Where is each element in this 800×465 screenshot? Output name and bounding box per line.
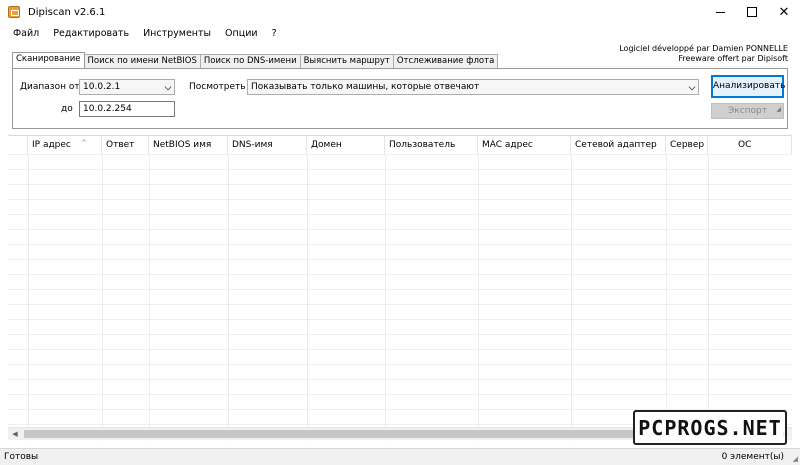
range-from-combo[interactable]: 10.0.2.1 [79, 79, 175, 95]
credits: Logiciel développé par Damien PONNELLE F… [619, 44, 788, 64]
column-divider [666, 154, 667, 441]
menu-tools[interactable]: Инструменты [136, 28, 218, 39]
dropdown-grip-icon: ◢ [776, 106, 781, 113]
view-label: Посмотреть [189, 82, 246, 92]
sort-asc-icon: ^ [81, 139, 87, 147]
range-to-value: 10.0.2.254 [83, 104, 132, 114]
range-from-value: 10.0.2.1 [83, 82, 121, 92]
view-filter-value: Показывать только машины, которые отвеча… [251, 82, 480, 92]
tab-fleet-tracking[interactable]: Отслеживание флота [392, 54, 499, 68]
column-divider [228, 154, 229, 441]
app-icon [8, 6, 20, 18]
status-bar: Готовы 0 элемент(ы) ◢ [0, 448, 800, 465]
maximize-icon[interactable] [736, 0, 768, 24]
column-header-blank [8, 136, 28, 154]
watermark: PCPROGS.NET [633, 410, 787, 445]
table-header: IP адрес ^ Ответ NetBIOS имя DNS-имя Дом… [8, 136, 792, 154]
column-header-domain[interactable]: Домен [307, 136, 385, 154]
column-header-response[interactable]: Ответ [102, 136, 149, 154]
column-divider [478, 154, 479, 441]
tab-body: Диапазон от 10.0.2.1 до 10.0.2.254 Посмо… [12, 68, 788, 129]
column-divider [708, 154, 709, 441]
scrollbar-thumb[interactable] [24, 430, 634, 438]
close-icon[interactable]: ✕ [768, 0, 800, 24]
item-count: 0 элемент(ы) [721, 452, 784, 462]
credits-developer: Logiciel développé par Damien PONNELLE [619, 44, 788, 53]
range-from-label: Диапазон от [20, 82, 80, 92]
view-filter-select[interactable]: Показывать только машины, которые отвеча… [247, 79, 699, 95]
tab-netbios-search[interactable]: Поиск по имени NetBIOS [83, 54, 201, 68]
column-header-os[interactable]: ОС [708, 136, 792, 154]
column-header-ip[interactable]: IP адрес ^ [28, 136, 102, 154]
column-header-mac[interactable]: MAC адрес [478, 136, 571, 154]
tab-strip: Сканирование Поиск по имени NetBIOS Поис… [12, 52, 499, 68]
credits-freeware: Freeware offert par Dipisoft [678, 54, 788, 63]
export-label: Экспорт [727, 106, 767, 116]
column-divider [149, 154, 150, 441]
table-body [8, 154, 792, 441]
menu-bar: Файл Редактировать Инструменты Опции ? [0, 24, 800, 43]
chevron-down-icon[interactable] [164, 83, 172, 91]
menu-options[interactable]: Опции [218, 28, 265, 39]
export-button[interactable]: Экспорт ◢ [711, 103, 784, 119]
menu-edit[interactable]: Редактировать [46, 28, 136, 39]
title-bar: Dipiscan v2.6.1 ✕ [0, 0, 800, 24]
column-divider [102, 154, 103, 441]
tab-traceroute[interactable]: Выяснить маршрут [299, 54, 394, 68]
analyze-button[interactable]: Анализировать [711, 75, 785, 98]
menu-file[interactable]: Файл [6, 28, 46, 39]
column-header-server[interactable]: Сервер [666, 136, 708, 154]
results-table[interactable]: IP адрес ^ Ответ NetBIOS имя DNS-имя Дом… [8, 135, 792, 441]
column-header-netbios[interactable]: NetBIOS имя [149, 136, 228, 154]
column-divider [385, 154, 386, 441]
minimize-icon[interactable] [704, 0, 736, 24]
column-ip-label: IP адрес [32, 140, 71, 150]
status-text: Готовы [4, 452, 39, 462]
column-header-user[interactable]: Пользователь [385, 136, 478, 154]
menu-help[interactable]: ? [265, 28, 284, 39]
tab-scan[interactable]: Сканирование [12, 52, 85, 68]
column-header-dns[interactable]: DNS-имя [228, 136, 307, 154]
window-title: Dipiscan v2.6.1 [28, 6, 106, 18]
scroll-left-icon[interactable]: ◀ [9, 430, 21, 439]
range-to-label: до [61, 104, 73, 114]
column-divider [307, 154, 308, 441]
column-divider [28, 154, 29, 441]
scan-panel: Сканирование Поиск по имени NetBIOS Поис… [8, 44, 792, 129]
column-divider [571, 154, 572, 441]
resize-grip-icon[interactable]: ◢ [793, 455, 798, 463]
window-controls: ✕ [704, 0, 800, 24]
tab-dns-search[interactable]: Поиск по DNS-имени [199, 54, 301, 68]
range-to-input[interactable]: 10.0.2.254 [79, 101, 175, 117]
chevron-down-icon[interactable] [688, 83, 696, 91]
column-header-adapter[interactable]: Сетевой адаптер [571, 136, 666, 154]
